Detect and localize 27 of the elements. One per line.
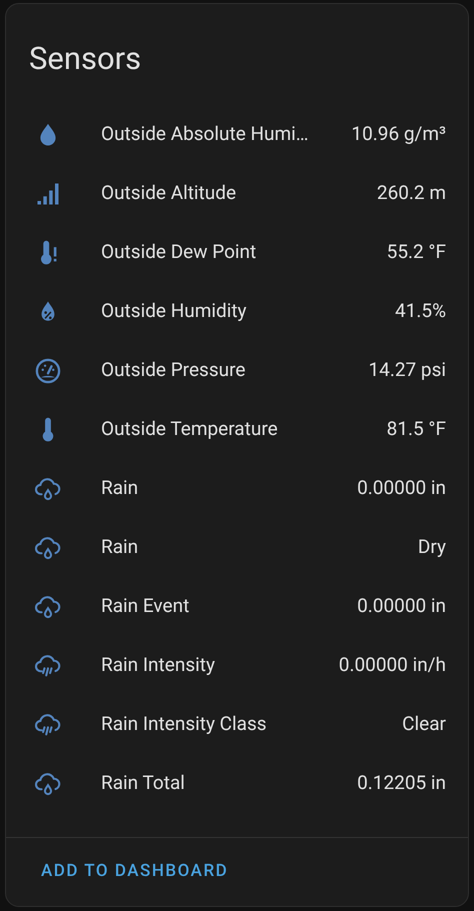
sensor-value: Clear	[402, 711, 446, 738]
sensor-name: Rain Intensity	[101, 652, 215, 678]
add-to-dashboard-button[interactable]: ADD TO DASHBOARD	[29, 851, 240, 893]
sensor-name: Outside Temperature	[101, 416, 278, 442]
sensor-value: 81.5 °F	[386, 416, 446, 442]
card-title: Sensors	[29, 40, 142, 78]
sensor-name: Outside Absolute Humi…	[101, 121, 309, 148]
sensor-value: 10.96 g/m³	[351, 121, 446, 148]
sensor-name: Outside Altitude	[101, 180, 236, 206]
sensor-name: Outside Humidity	[101, 298, 247, 324]
sensor-value: 260.2 m	[376, 180, 446, 206]
sensor-value: 41.5%	[395, 298, 446, 324]
sensor-name: Rain	[101, 475, 138, 502]
sensor-value: 0.00000 in	[357, 593, 446, 620]
sensor-name: Rain Intensity Class	[101, 711, 267, 738]
sensor-value: 0.00000 in	[357, 475, 446, 502]
sensor-name: Rain	[101, 534, 138, 560]
sensor-name: Rain Event	[101, 593, 190, 620]
sensor-name: Outside Dew Point	[101, 239, 256, 266]
sensor-value: 55.2 °F	[386, 239, 446, 266]
sensor-name: Outside Pressure	[101, 357, 246, 384]
sensor-value: 0.12205 in	[357, 770, 446, 796]
sensor-value: 0.00000 in/h	[338, 652, 446, 678]
sensor-name: Rain Total	[101, 770, 185, 796]
gauge-icon	[34, 356, 62, 384]
sensor-value: Dry	[418, 534, 446, 560]
sensor-value: 14.27 psi	[368, 357, 446, 384]
